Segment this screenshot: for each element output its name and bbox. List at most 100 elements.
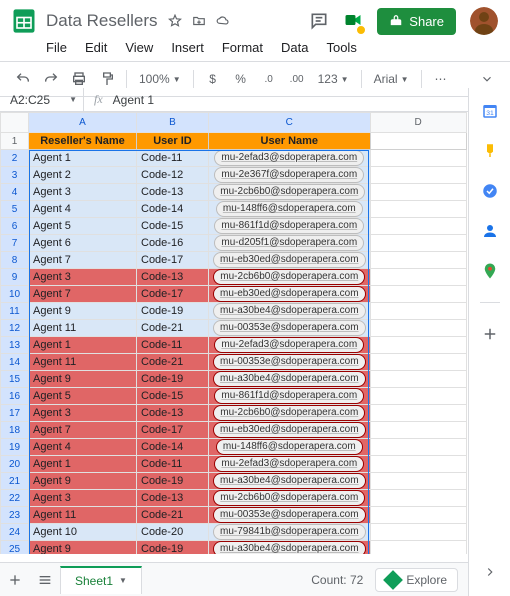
cell[interactable]: Agent 3 [29, 184, 137, 201]
menu-view[interactable]: View [125, 40, 153, 55]
cell[interactable]: Agent 10 [29, 524, 137, 541]
add-addon-icon[interactable] [481, 325, 499, 343]
cell[interactable]: Agent 5 [29, 218, 137, 235]
cell[interactable]: Code-11 [137, 337, 209, 354]
cell[interactable]: Code-16 [137, 235, 209, 252]
calendar-icon[interactable]: 31 [481, 102, 499, 120]
row-header[interactable]: 20 [1, 456, 29, 473]
cell[interactable] [370, 473, 466, 490]
keep-icon[interactable] [481, 142, 499, 160]
row-header[interactable]: 23 [1, 507, 29, 524]
cell[interactable]: mu-2cb6b0@sdoperapera.com [209, 490, 371, 507]
select-all-corner[interactable] [1, 113, 29, 133]
cell[interactable]: Reseller's Name [29, 133, 137, 150]
add-sheet-button[interactable] [0, 572, 30, 588]
cell[interactable] [370, 303, 466, 320]
cell[interactable] [370, 320, 466, 337]
cell[interactable]: Code-15 [137, 218, 209, 235]
menu-tools[interactable]: Tools [326, 40, 356, 55]
cell[interactable]: mu-00353e@sdoperapera.com [209, 354, 371, 371]
menu-edit[interactable]: Edit [85, 40, 107, 55]
cell[interactable]: Agent 1 [29, 456, 137, 473]
font-select[interactable]: Arial▼ [370, 72, 413, 86]
menu-file[interactable]: File [46, 40, 67, 55]
cell[interactable]: mu-2efad3@sdoperapera.com [209, 337, 371, 354]
row-header[interactable]: 25 [1, 541, 29, 555]
cell[interactable]: mu-148ff6@sdoperapera.com [209, 201, 371, 218]
col-header-a[interactable]: A [29, 113, 137, 133]
row-header[interactable]: 3 [1, 167, 29, 184]
cell[interactable]: Code-13 [137, 490, 209, 507]
cell[interactable]: Code-21 [137, 320, 209, 337]
undo-button[interactable] [12, 68, 34, 90]
row-header[interactable]: 22 [1, 490, 29, 507]
menu-insert[interactable]: Insert [171, 40, 204, 55]
cell[interactable] [370, 507, 466, 524]
paint-format-button[interactable] [96, 68, 118, 90]
row-header[interactable]: 6 [1, 218, 29, 235]
cell[interactable]: Agent 3 [29, 269, 137, 286]
cell[interactable] [370, 405, 466, 422]
increase-decimal-button[interactable]: .00 [286, 68, 308, 90]
row-header[interactable]: 5 [1, 201, 29, 218]
cell[interactable]: Code-14 [137, 439, 209, 456]
cell[interactable]: Agent 4 [29, 439, 137, 456]
cell[interactable] [370, 218, 466, 235]
cell[interactable]: Agent 1 [29, 337, 137, 354]
cell[interactable]: Code-17 [137, 252, 209, 269]
cell[interactable]: Agent 3 [29, 405, 137, 422]
cell[interactable] [370, 541, 466, 555]
cell[interactable]: Code-19 [137, 371, 209, 388]
cell[interactable]: Agent 9 [29, 371, 137, 388]
cell[interactable]: mu-2cb6b0@sdoperapera.com [209, 184, 371, 201]
row-header[interactable]: 16 [1, 388, 29, 405]
cell[interactable]: Code-19 [137, 541, 209, 555]
cell[interactable]: Code-14 [137, 201, 209, 218]
row-header[interactable]: 7 [1, 235, 29, 252]
cell[interactable]: Agent 3 [29, 490, 137, 507]
row-header[interactable]: 8 [1, 252, 29, 269]
row-header[interactable]: 13 [1, 337, 29, 354]
cell[interactable]: User Name [209, 133, 371, 150]
move-icon[interactable] [192, 14, 206, 28]
cell[interactable] [370, 184, 466, 201]
row-header[interactable]: 21 [1, 473, 29, 490]
cell[interactable] [370, 388, 466, 405]
cell[interactable] [370, 235, 466, 252]
cell[interactable]: Agent 7 [29, 286, 137, 303]
row-header[interactable]: 10 [1, 286, 29, 303]
cell[interactable]: Code-13 [137, 405, 209, 422]
formula-bar[interactable]: Agent 1 [113, 93, 154, 107]
meet-icon[interactable] [343, 10, 363, 33]
row-header[interactable]: 15 [1, 371, 29, 388]
name-box[interactable]: A2:C25▼ [0, 88, 84, 111]
menu-format[interactable]: Format [222, 40, 263, 55]
cell[interactable]: mu-eb30ed@sdoperapera.com [209, 422, 371, 439]
cell[interactable]: Agent 11 [29, 354, 137, 371]
cell[interactable]: Agent 6 [29, 235, 137, 252]
cell[interactable]: mu-79841b@sdoperapera.com [209, 524, 371, 541]
cell[interactable]: Agent 7 [29, 252, 137, 269]
cell[interactable]: mu-2cb6b0@sdoperapera.com [209, 405, 371, 422]
cell[interactable]: Code-17 [137, 422, 209, 439]
cell[interactable]: Agent 9 [29, 303, 137, 320]
number-format-select[interactable]: 123▼ [314, 72, 353, 86]
row-header[interactable]: 17 [1, 405, 29, 422]
selection-count[interactable]: Count: 72 [311, 573, 363, 587]
cell[interactable]: Agent 7 [29, 422, 137, 439]
cell[interactable]: mu-00353e@sdoperapera.com [209, 320, 371, 337]
contacts-icon[interactable] [481, 222, 499, 240]
spreadsheet-grid[interactable]: A B C D 1 Reseller's Name User ID User N… [0, 112, 468, 554]
row-header[interactable]: 1 [1, 133, 29, 150]
share-button[interactable]: Share [377, 8, 456, 35]
col-header-b[interactable]: B [137, 113, 209, 133]
col-header-c[interactable]: C [209, 113, 371, 133]
cell[interactable]: mu-861f1d@sdoperapera.com [209, 388, 371, 405]
tasks-icon[interactable] [481, 182, 499, 200]
redo-button[interactable] [40, 68, 62, 90]
row-header[interactable]: 14 [1, 354, 29, 371]
cell[interactable]: Agent 5 [29, 388, 137, 405]
menu-data[interactable]: Data [281, 40, 308, 55]
cell[interactable] [370, 439, 466, 456]
cell[interactable] [370, 201, 466, 218]
